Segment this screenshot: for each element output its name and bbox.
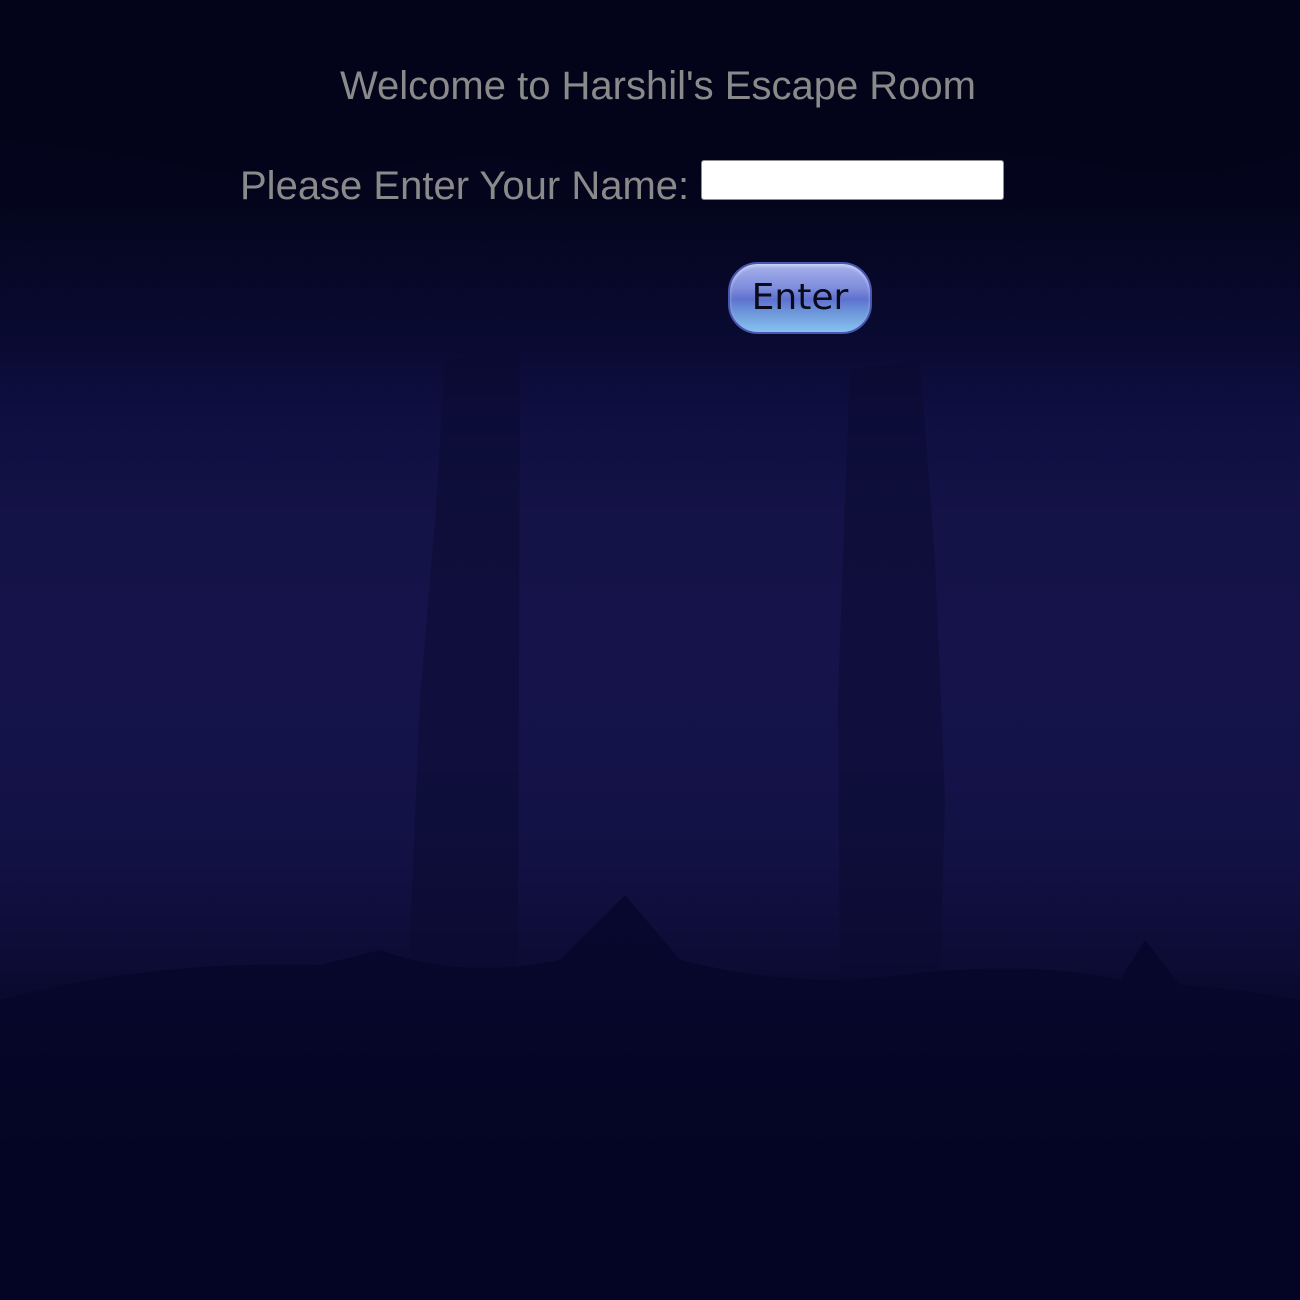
name-label: Please Enter Your Name: <box>240 164 690 208</box>
page-title: Welcome to Harshil's Escape Room <box>339 64 976 108</box>
welcome-screen: Welcome to Harshil's Escape Room Please … <box>0 0 1300 1300</box>
name-input[interactable] <box>701 160 1004 200</box>
enter-button[interactable]: Enter <box>728 262 872 334</box>
